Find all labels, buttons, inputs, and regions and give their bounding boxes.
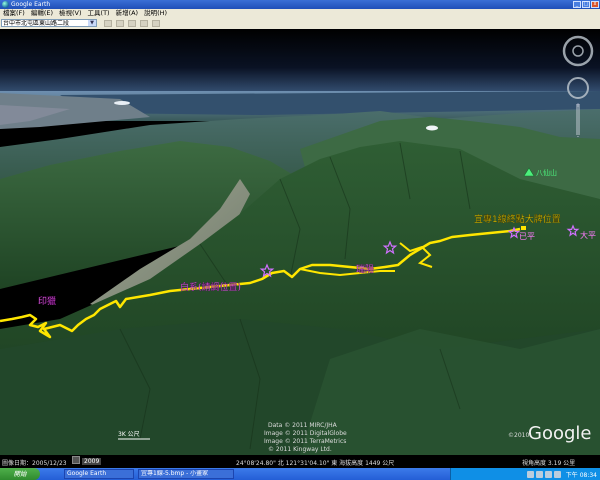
clock: 下午 08:34 [565, 471, 597, 479]
coordinates-readout: 24°08'24.80" 北 121°31'04.10" 東 海拔高度 1449… [236, 460, 395, 467]
label-paiwan[interactable]: 印獵 [38, 295, 56, 307]
earth-viewport[interactable]: 印獵 白系(請調位置) 瑞陽 宜專1線終點大牌位置 已平 大平 八仙山 + - … [0, 29, 600, 455]
status-bar: 圖像日期：2005/12/23 2009 24°08'24.80" 北 121°… [0, 455, 600, 468]
start-button[interactable]: 開始 [0, 468, 40, 480]
minimize-button[interactable]: _ [573, 1, 581, 8]
sky [0, 29, 600, 99]
zoom-out-icon[interactable]: - [577, 133, 579, 140]
label-end-sign[interactable]: 宜專1線終點大牌位置 [474, 213, 561, 225]
label-peak2[interactable]: 大平 [580, 230, 596, 240]
imagery-date: 圖像日期：2005/12/23 [2, 460, 67, 467]
attribution-line2: Image © 2011 DigitalGlobe [264, 430, 347, 437]
attribution-line4: © 2011 Kingway Ltd. [268, 446, 332, 453]
tray-network-icon[interactable] [526, 470, 534, 478]
menu-tools[interactable]: 工具(T) [88, 9, 110, 18]
overlay-tool-button[interactable] [140, 20, 148, 27]
tour-tool-button[interactable] [152, 20, 160, 27]
toolbar-buttons [104, 20, 160, 27]
cloud [426, 125, 438, 131]
menu-bar: 檔案(F) 編輯(E) 檢視(V) 工具(T) 新增(A) 說明(H) [0, 9, 600, 18]
history-icon[interactable] [72, 456, 80, 464]
menu-view[interactable]: 檢視(V) [59, 9, 82, 18]
scale-label: 3K 公尺 [118, 431, 140, 438]
search-input[interactable]: 台中市北屯區東山路二段 [1, 19, 97, 27]
title-bar: Google Earth _ □ x [0, 0, 600, 9]
taskbar-app-google-earth[interactable]: Google Earth [64, 469, 134, 479]
terrain-view[interactable]: 印獵 白系(請調位置) 瑞陽 宜專1線終點大牌位置 已平 大平 八仙山 + - … [0, 29, 600, 455]
label-baixi[interactable]: 白系(請調位置) [180, 281, 241, 293]
menu-edit[interactable]: 編輯(E) [31, 9, 53, 18]
google-logo: Google [528, 423, 591, 444]
attribution-line3: Image © 2011 TerraMetrics [264, 438, 346, 445]
close-button[interactable]: x [591, 1, 599, 8]
sign-marker-icon[interactable] [521, 226, 526, 230]
copyright-year: ©2010 [508, 432, 529, 439]
label-ruihe[interactable]: 瑞陽 [356, 263, 374, 275]
tray-input-icon[interactable] [553, 470, 561, 478]
menu-add[interactable]: 新增(A) [116, 9, 139, 18]
attribution-line1: Data © 2011 MIRC/JHA [268, 422, 338, 429]
zoom-in-icon[interactable]: + [575, 102, 580, 109]
tray-volume-icon[interactable] [535, 470, 543, 478]
placemark-tool-button[interactable] [104, 20, 112, 27]
imagery-year: 2009 [82, 458, 102, 465]
taskbar: 開始 Google Earth 宜專1線-5.bmp - 小畫家 下午 08:3… [0, 468, 600, 480]
menu-file[interactable]: 檔案(F) [3, 9, 25, 18]
window-title: Google Earth [11, 1, 51, 8]
chevron-down-icon[interactable]: ▼ [88, 20, 96, 26]
menu-help[interactable]: 說明(H) [144, 9, 167, 18]
maximize-button[interactable]: □ [582, 1, 590, 8]
window-controls: _ □ x [573, 1, 599, 8]
path-tool-button[interactable] [128, 20, 136, 27]
cloud [114, 101, 130, 105]
zoom-slider[interactable] [576, 105, 580, 135]
tray-security-icon[interactable] [544, 470, 552, 478]
eye-altitude: 視角高度 3.19 公里 [522, 460, 576, 467]
google-earth-icon [2, 1, 9, 8]
system-tray: 下午 08:34 [450, 468, 600, 480]
polygon-tool-button[interactable] [116, 20, 124, 27]
taskbar-app-paint[interactable]: 宜專1線-5.bmp - 小畫家 [138, 469, 234, 479]
label-peak1[interactable]: 已平 [519, 232, 535, 241]
label-mountain[interactable]: 八仙山 [536, 168, 557, 177]
